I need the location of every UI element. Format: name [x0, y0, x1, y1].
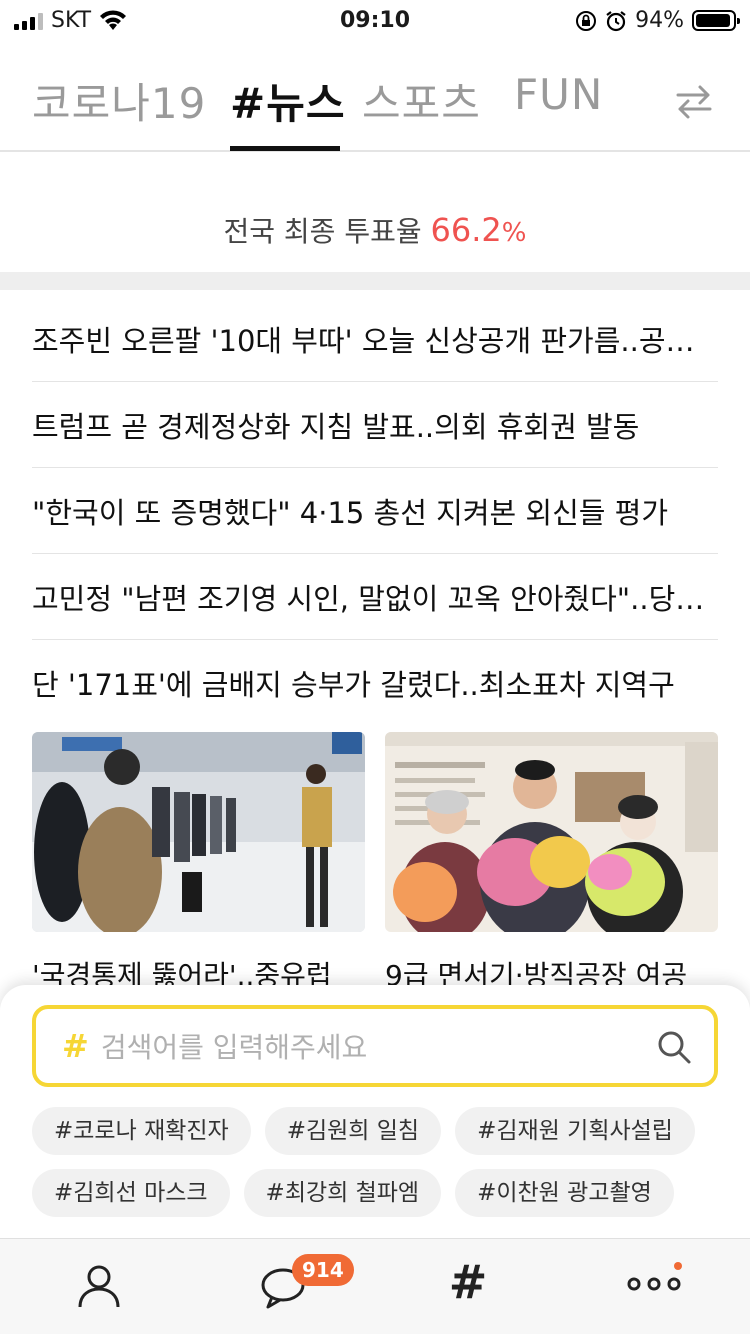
search-input[interactable]: # 검색어를 입력해주세요: [32, 1005, 718, 1087]
tag-chip[interactable]: #이찬원 광고촬영: [455, 1169, 674, 1217]
tag-chip[interactable]: #최강희 철파엠: [243, 1169, 442, 1217]
tag-row: #김희선 마스크 #최강희 철파엠 #이찬원 광고촬영: [32, 1169, 732, 1217]
search-panel: # 검색어를 입력해주세요 #코로나 재확진자 #김원희 일침 #김재원 기획사…: [0, 985, 750, 1245]
more-notification-dot: [674, 1262, 682, 1270]
headline-item[interactable]: 트럼프 곧 경제정상화 지침 발표..의회 휴회권 발동: [32, 382, 718, 468]
search-placeholder: 검색어를 입력해주세요: [100, 1031, 368, 1064]
news-card[interactable]: 9급 면서기·방직공장 여공: [385, 732, 718, 994]
headline-text: 단 '171표'에 금배지 승부가 갈렸다..최소표차 지역구: [32, 668, 675, 702]
headline-item[interactable]: 고민정 "남편 조기영 시인, 말없이 꼬옥 안아줬다"..당선 소감: [32, 554, 718, 640]
status-bar: SKT 09:10 94%: [0, 0, 750, 42]
search-icon[interactable]: [656, 1029, 692, 1065]
tag-row: #코로나 재확진자 #김원희 일침 #김재원 기획사설립: [32, 1107, 732, 1155]
chat-badge: 914: [292, 1254, 354, 1286]
battery-percent: 94%: [635, 8, 684, 33]
news-photo-celebration: [385, 732, 718, 932]
tag-chip[interactable]: #코로나 재확진자: [32, 1107, 251, 1155]
battery-icon: [692, 10, 740, 31]
trending-tags: #코로나 재확진자 #김원희 일침 #김재원 기획사설립 #김희선 마스크 #최…: [32, 1107, 732, 1231]
news-card[interactable]: '국경통제 뚫어라'..중유럽: [32, 732, 365, 994]
section-divider: [0, 272, 750, 290]
vote-rate-label: 전국 최종 투표율: [223, 215, 422, 248]
vote-rate-unit: %: [501, 218, 527, 248]
tag-chip[interactable]: #김원희 일침: [264, 1107, 442, 1155]
headline-text: 트럼프 곧 경제정상화 지침 발표..의회 휴회권 발동: [32, 409, 640, 444]
hash-tab-icon[interactable]: #: [446, 1257, 490, 1307]
active-tab-indicator: [230, 146, 340, 151]
swap-icon[interactable]: [674, 82, 714, 122]
headline-text: 조주빈 오른팔 '10대 부따' 오늘 신상공개 판가름..공개 여부: [32, 323, 718, 358]
category-tabs: 코로나19 #뉴스 스포츠 FUN: [0, 58, 750, 152]
news-cards: '국경통제 뚫어라'..중유럽 9급 면서기·방직공장 여공: [32, 732, 718, 994]
hash-icon: #: [62, 1027, 89, 1065]
headline-text: 고민정 "남편 조기영 시인, 말없이 꼬옥 안아줬다"..당선 소감: [32, 581, 718, 616]
status-right: 94%: [575, 8, 740, 33]
tab-covid19[interactable]: 코로나19: [32, 70, 206, 131]
more-icon[interactable]: [624, 1269, 684, 1299]
tab-news[interactable]: #뉴스: [230, 70, 345, 131]
news-photo-airport: [32, 732, 365, 932]
tag-chip[interactable]: #김희선 마스크: [32, 1169, 230, 1217]
alarm-icon: [606, 10, 626, 31]
tab-sports[interactable]: 스포츠: [362, 70, 481, 131]
rotation-lock-icon: [576, 10, 597, 31]
headline-text: "한국이 또 증명했다" 4·15 총선 지켜본 외신들 평가: [32, 495, 669, 530]
headline-list: 조주빈 오른팔 '10대 부따' 오늘 신상공개 판가름..공개 여부 트럼프 …: [32, 296, 718, 726]
headline-item[interactable]: 조주빈 오른팔 '10대 부따' 오늘 신상공개 판가름..공개 여부: [32, 296, 718, 382]
tab-fun[interactable]: FUN: [514, 70, 603, 119]
headline-item[interactable]: 단 '171표'에 금배지 승부가 갈렸다..최소표차 지역구: [32, 640, 718, 726]
tag-chip[interactable]: #김재원 기획사설립: [455, 1107, 695, 1155]
vote-rate-banner[interactable]: 전국 최종 투표율 66.2%: [0, 210, 750, 250]
vote-rate-value: 66.2: [430, 211, 502, 249]
headline-item[interactable]: "한국이 또 증명했다" 4·15 총선 지켜본 외신들 평가: [32, 468, 718, 554]
person-icon[interactable]: [74, 1261, 124, 1311]
bottom-nav: #: [0, 1238, 750, 1334]
